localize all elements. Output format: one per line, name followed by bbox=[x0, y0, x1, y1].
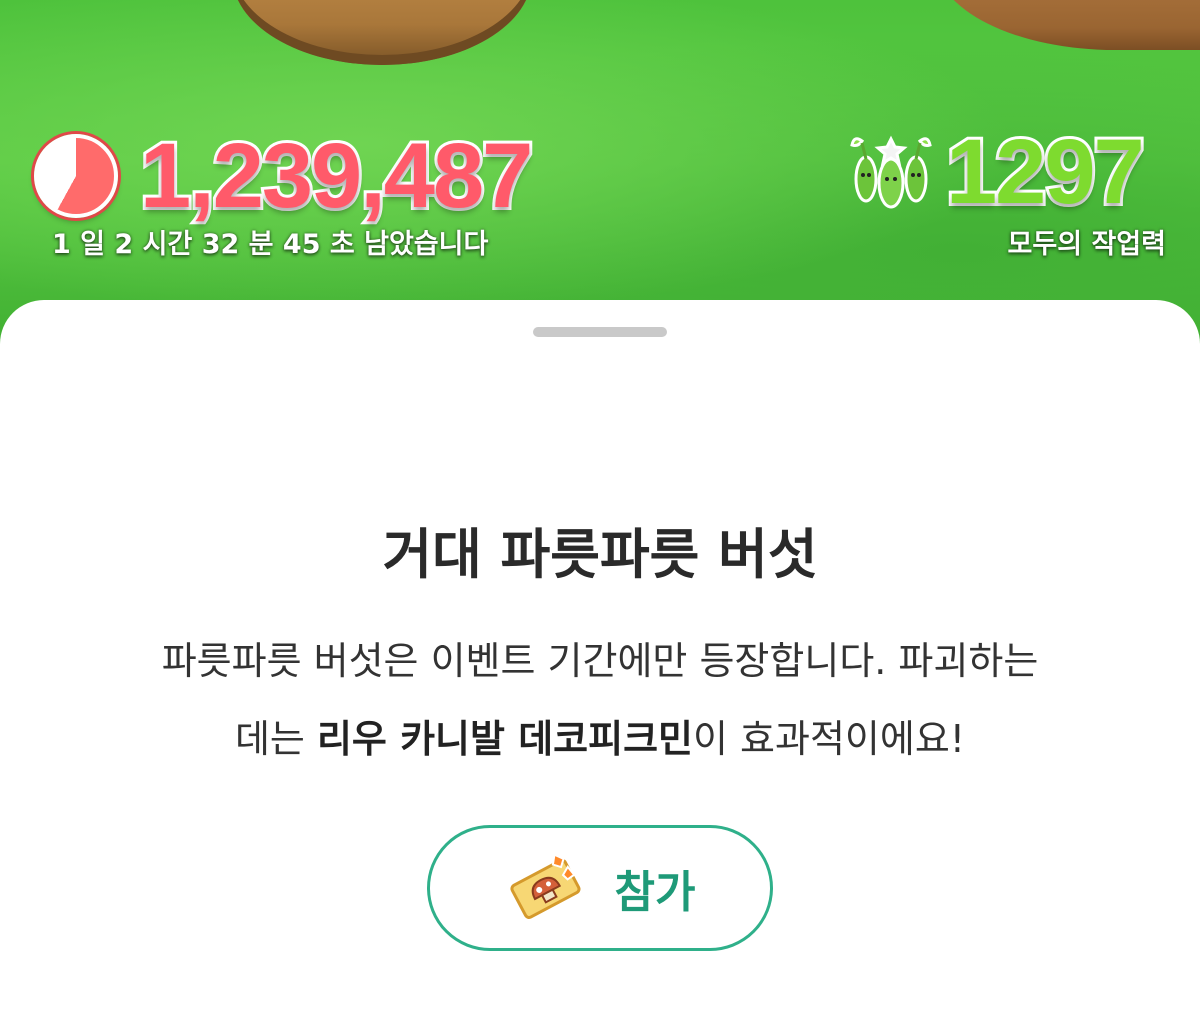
pikmin-trio-icon bbox=[848, 131, 934, 213]
sheet-title: 거대 파릇파릇 버섯 bbox=[382, 523, 818, 586]
time-remaining-text: 1 일 2 시간 32 분 45 초 남았습니다 bbox=[52, 229, 489, 260]
tree-stump-right bbox=[935, 0, 1200, 50]
join-button-label: 참가 bbox=[614, 867, 696, 918]
bottom-sheet: 거대 파릇파릇 버섯 파릇파릇 버섯은 이벤트 기간에만 등장합니다. 파괴하는… bbox=[0, 300, 1200, 1019]
score-display: 1,239,487 bbox=[34, 125, 536, 227]
tree-stump-left bbox=[232, 0, 532, 65]
description-prefix: 데는 bbox=[234, 717, 317, 761]
pie-timer-icon bbox=[34, 134, 118, 218]
description-suffix: 이 효과적이에요! bbox=[693, 717, 966, 761]
workforce-label: 모두의 작업력 bbox=[1007, 229, 1166, 260]
workforce-display: 1297 bbox=[848, 121, 1148, 223]
score-value: 1,239,487 bbox=[137, 125, 536, 227]
join-button[interactable]: 참가 bbox=[427, 825, 773, 951]
workforce-value: 1297 bbox=[943, 121, 1148, 223]
description-highlight: 리우 카니발 데코피크민 bbox=[316, 717, 693, 761]
sheet-drag-handle[interactable] bbox=[533, 327, 667, 337]
description-line-1: 파릇파릇 버섯은 이벤트 기간에만 등장합니다. 파괴하는 bbox=[161, 639, 1039, 683]
sheet-description: 파릇파릇 버섯은 이벤트 기간에만 등장합니다. 파괴하는 데는 리우 카니발 … bbox=[60, 622, 1140, 778]
mushroom-ticket-icon bbox=[505, 853, 585, 923]
description-line-2: 데는 리우 카니발 데코피크민이 효과적이에요! bbox=[60, 700, 1140, 778]
